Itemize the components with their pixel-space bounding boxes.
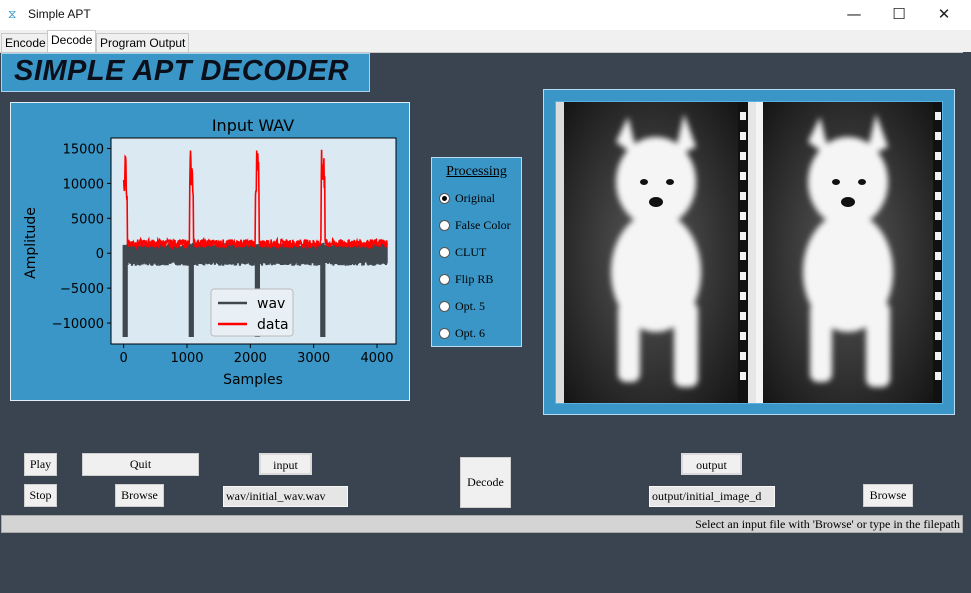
status-text: Select an input file with 'Browse' or ty… (695, 517, 960, 531)
radio-label: Opt. 5 (455, 299, 485, 313)
x-tick-label: 3000 (297, 351, 330, 366)
chart-title: Input WAV (212, 116, 294, 135)
tab-encode[interactable]: Encode (1, 33, 50, 52)
header-banner: SIMPLE APT DECODER (1, 53, 370, 92)
window-edge (963, 52, 971, 593)
output-filepath-field[interactable] (649, 486, 775, 507)
radio-button[interactable] (439, 274, 450, 285)
x-tick-label: 1000 (170, 351, 203, 366)
y-tick-label: −5000 (60, 282, 104, 297)
radio-label: False Color (455, 218, 511, 232)
legend-label: data (257, 317, 289, 333)
input-filepath-field[interactable] (223, 486, 348, 507)
processing-panel: Processing Original False Color CLUT Fli… (431, 157, 522, 347)
maximize-button[interactable]: ☐ (876, 0, 922, 30)
tab-decode[interactable]: Decode (47, 30, 97, 52)
output-label-button[interactable]: output (681, 453, 742, 475)
radio-button[interactable] (439, 247, 450, 258)
page-title: SIMPLE APT DECODER (14, 55, 350, 87)
x-tick-label: 0 (120, 351, 128, 366)
y-tick-label: −10000 (52, 317, 104, 332)
quit-button[interactable]: Quit (82, 453, 199, 476)
waveform-icon: ⧖ (8, 7, 17, 21)
radio-button[interactable] (439, 193, 450, 204)
radio-label: CLUT (455, 245, 487, 259)
output-image-panel (543, 89, 955, 415)
y-axis-label: Amplitude (23, 207, 39, 279)
radio-button[interactable] (439, 328, 450, 339)
radio-label: Opt. 6 (455, 326, 485, 340)
chart-svg: Input WAV Samples Amplitude 0 1000 2000 300… (23, 116, 397, 388)
input-wav-chart: Input WAV Samples Amplitude 0 1000 2000 300… (10, 102, 410, 401)
status-bar: Select an input file with 'Browse' or ty… (1, 515, 963, 533)
x-axis-label: Samples (223, 372, 283, 388)
browse-input-button[interactable]: Browse (115, 484, 164, 507)
input-label-button[interactable]: input (259, 453, 312, 475)
minimize-button[interactable]: — (831, 0, 877, 30)
x-tick-label: 4000 (360, 351, 393, 366)
radio-selected-dot (442, 196, 447, 201)
play-button[interactable]: Play (24, 453, 57, 476)
decoded-image (555, 101, 943, 404)
chart-legend: wav data (210, 288, 294, 337)
decoded-dog-image (556, 102, 942, 403)
radio-label: Flip RB (455, 272, 494, 286)
processing-title: Processing (446, 164, 507, 179)
x-tick-label: 2000 (234, 351, 267, 366)
browse-output-button[interactable]: Browse (863, 484, 913, 507)
radio-label: Original (455, 191, 495, 205)
radio-button[interactable] (439, 220, 450, 231)
y-tick-label: 10000 (63, 177, 104, 192)
title-bar: ⧖ Simple APT — ☐ ✕ (0, 0, 971, 30)
close-button[interactable]: ✕ (921, 0, 967, 30)
y-tick-label: 0 (96, 247, 104, 262)
legend-label: wav (257, 296, 285, 312)
stop-button[interactable]: Stop (24, 484, 57, 507)
y-tick-label: 15000 (63, 142, 104, 157)
tab-program-output[interactable]: Program Output (96, 33, 190, 52)
tab-bar: Encode Decode Program Output (0, 30, 971, 53)
window-title: Simple APT (28, 7, 91, 21)
y-tick-label: 5000 (71, 212, 104, 227)
decode-button[interactable]: Decode (460, 457, 511, 508)
radio-button[interactable] (439, 301, 450, 312)
